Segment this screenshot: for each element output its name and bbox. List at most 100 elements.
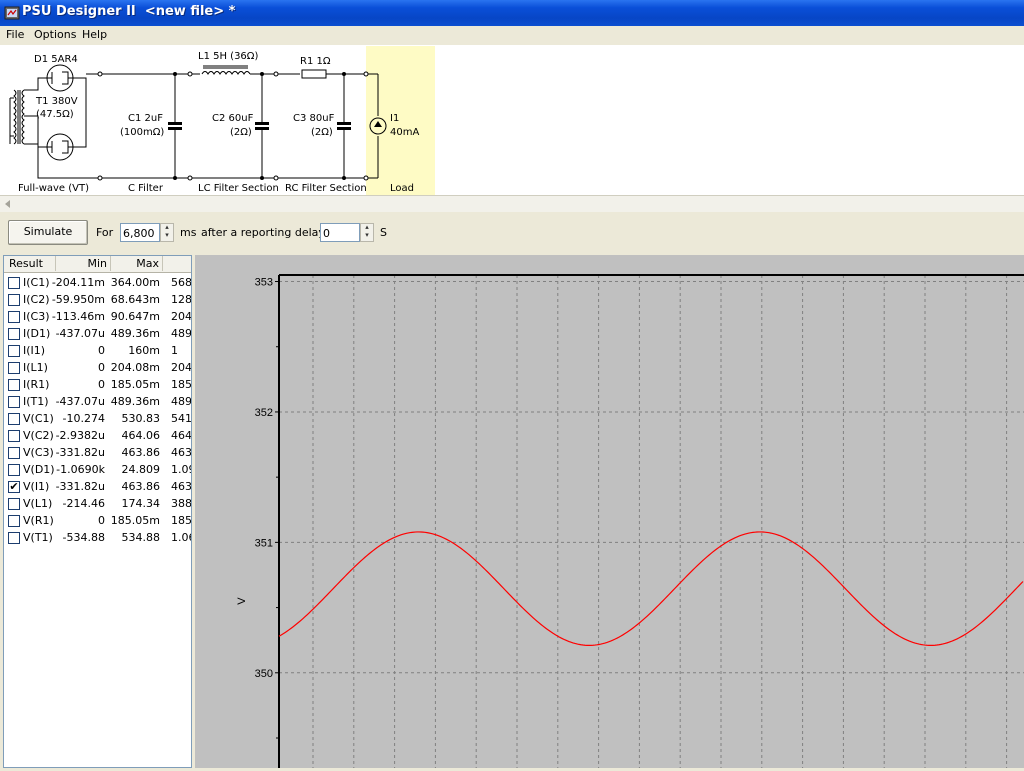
result-extra: 1.09 <box>171 463 191 476</box>
result-min: -59.950m <box>51 293 105 306</box>
voltage-chart[interactable]: 353 352 351 350 V <box>195 255 1024 768</box>
table-row[interactable]: V(R1) 0 185.05m 185. <box>4 513 191 530</box>
duration-input[interactable]: 6,800 <box>120 223 160 242</box>
table-row[interactable]: V(C3) -331.82u 463.86 463 <box>4 445 191 462</box>
table-row[interactable]: I(R1) 0 185.05m 185. <box>4 377 191 394</box>
schematic-canvas[interactable]: D1 5AR4 T1 380V (47.5Ω) L1 5H (36Ω) R1 1… <box>0 46 1024 195</box>
header-min[interactable]: Min <box>56 256 111 271</box>
duration-spinner[interactable]: ▴ ▾ <box>160 223 174 242</box>
label-c1: C1 2uF <box>128 113 163 124</box>
table-row[interactable]: I(C3)-113.46m 90.647m 204. <box>4 309 191 326</box>
label-c3-esr: (2Ω) <box>311 127 333 138</box>
result-checkbox[interactable] <box>8 498 20 510</box>
header-result[interactable]: Result <box>4 256 56 271</box>
result-name: I(C1) <box>23 276 50 289</box>
delay-label: after a reporting delay of <box>201 226 340 239</box>
result-checkbox[interactable] <box>8 379 20 391</box>
result-min: -10.274 <box>62 412 105 425</box>
label-c2-esr: (2Ω) <box>230 127 252 138</box>
result-checkbox[interactable] <box>8 328 20 340</box>
table-row[interactable]: I(C2)-59.950m 68.643m 128. <box>4 292 191 309</box>
result-checkbox[interactable] <box>8 311 20 323</box>
result-max: 174.34 <box>121 497 161 510</box>
result-extra: 1.06 <box>171 531 191 544</box>
result-name: V(D1) <box>23 463 55 476</box>
results-table[interactable]: Result Min Max I(C1)-204.11m364.00m568.I… <box>3 255 192 768</box>
result-name: I(T1) <box>23 395 49 408</box>
result-checkbox[interactable] <box>8 447 20 459</box>
table-row[interactable]: V(C2) -2.9382u 464.06 464 <box>4 428 191 445</box>
simulate-button[interactable]: Simulate <box>8 220 88 245</box>
result-min: -437.07u <box>55 327 105 340</box>
result-name: V(R1) <box>23 514 54 527</box>
y-tick-label: 350 <box>255 668 273 680</box>
result-name: I(C2) <box>23 293 50 306</box>
spin-down-icon[interactable]: ▾ <box>361 232 373 240</box>
menu-file[interactable]: File <box>6 28 24 41</box>
results-header: Result Min Max <box>4 256 191 273</box>
scroll-left-arrow-icon[interactable] <box>2 198 14 210</box>
result-checkbox[interactable] <box>8 277 20 289</box>
for-label: For <box>96 226 114 239</box>
spin-up-icon[interactable]: ▴ <box>361 224 373 232</box>
header-extra[interactable] <box>163 256 191 271</box>
result-name: V(C3) <box>23 446 54 459</box>
horizontal-scrollbar[interactable] <box>0 195 1024 213</box>
result-max: 68.643m <box>110 293 160 306</box>
result-extra: 489. <box>171 327 192 340</box>
section-lc-filter[interactable]: LC Filter Section <box>198 183 279 194</box>
result-name: I(D1) <box>23 327 51 340</box>
result-name: I(R1) <box>23 378 50 391</box>
menu-help[interactable]: Help <box>82 28 107 41</box>
result-checkbox[interactable] <box>8 464 20 476</box>
spin-up-icon[interactable]: ▴ <box>161 224 173 232</box>
table-row[interactable]: V(T1) -534.88 534.88 1.06 <box>4 530 191 547</box>
result-extra: 489. <box>171 395 192 408</box>
result-checkbox[interactable] <box>8 396 20 408</box>
plot-area[interactable]: 353 352 351 350 V <box>195 255 1024 768</box>
section-rc-filter[interactable]: RC Filter Section <box>285 183 367 194</box>
result-min: -2.9382u <box>55 429 105 442</box>
y-tick-label: 351 <box>255 537 273 549</box>
table-row[interactable]: V(C1) -10.274 530.83 541 <box>4 411 192 428</box>
delay-spinner[interactable]: ▴ ▾ <box>360 223 374 242</box>
result-min: 0 <box>98 361 105 374</box>
menu-options[interactable]: Options <box>34 28 76 41</box>
result-checkbox[interactable] <box>8 345 20 357</box>
spin-down-icon[interactable]: ▾ <box>161 232 173 240</box>
result-checkbox[interactable] <box>8 413 20 425</box>
table-row[interactable]: I(C1)-204.11m 364.00m 568. <box>4 275 192 292</box>
result-checkbox[interactable] <box>8 294 20 306</box>
result-extra: 541 <box>171 412 192 425</box>
result-checkbox[interactable] <box>8 362 20 374</box>
result-checkbox[interactable] <box>8 430 20 442</box>
result-extra: 568. <box>171 276 192 289</box>
table-row[interactable]: I(L1) 0 204.08m 204. <box>4 360 191 377</box>
table-row[interactable]: ✔ V(I1) -331.82u 463.86 463 <box>4 479 191 496</box>
result-max: 90.647m <box>110 310 160 323</box>
result-max: 489.36m <box>110 395 160 408</box>
y-axis-label: V <box>236 597 248 605</box>
table-row[interactable]: V(D1)-1.0690k 24.809 1.09 <box>4 462 191 479</box>
section-c-filter[interactable]: C Filter <box>128 183 163 194</box>
result-checkbox[interactable]: ✔ <box>8 481 20 493</box>
label-c3: C3 80uF <box>293 113 335 124</box>
table-row[interactable]: I(I1) 0 160m 1 <box>4 343 191 360</box>
result-checkbox[interactable] <box>8 515 20 527</box>
app-icon[interactable] <box>4 5 20 21</box>
table-row[interactable]: I(T1) -437.07u 489.36m 489. <box>4 394 192 411</box>
result-max: 530.83 <box>121 412 161 425</box>
table-row[interactable]: I(D1) -437.07u 489.36m 489. <box>4 326 192 343</box>
result-min: -214.46 <box>62 497 105 510</box>
simulation-toolbar: Simulate For 6,800 ▴ ▾ ms after a reporti… <box>0 212 1024 254</box>
header-max[interactable]: Max <box>111 256 163 271</box>
delay-input[interactable]: 0 <box>320 223 360 242</box>
result-min: -1.0690k <box>56 463 105 476</box>
result-checkbox[interactable] <box>8 532 20 544</box>
section-fullwave[interactable]: Full-wave (VT) <box>18 183 89 194</box>
result-name: I(I1) <box>23 344 46 357</box>
table-row[interactable]: V(L1) -214.46 174.34 388 <box>4 496 191 513</box>
result-max: 364.00m <box>110 276 160 289</box>
section-load[interactable]: Load <box>390 183 414 194</box>
series-line-v-i1 <box>278 531 1024 647</box>
